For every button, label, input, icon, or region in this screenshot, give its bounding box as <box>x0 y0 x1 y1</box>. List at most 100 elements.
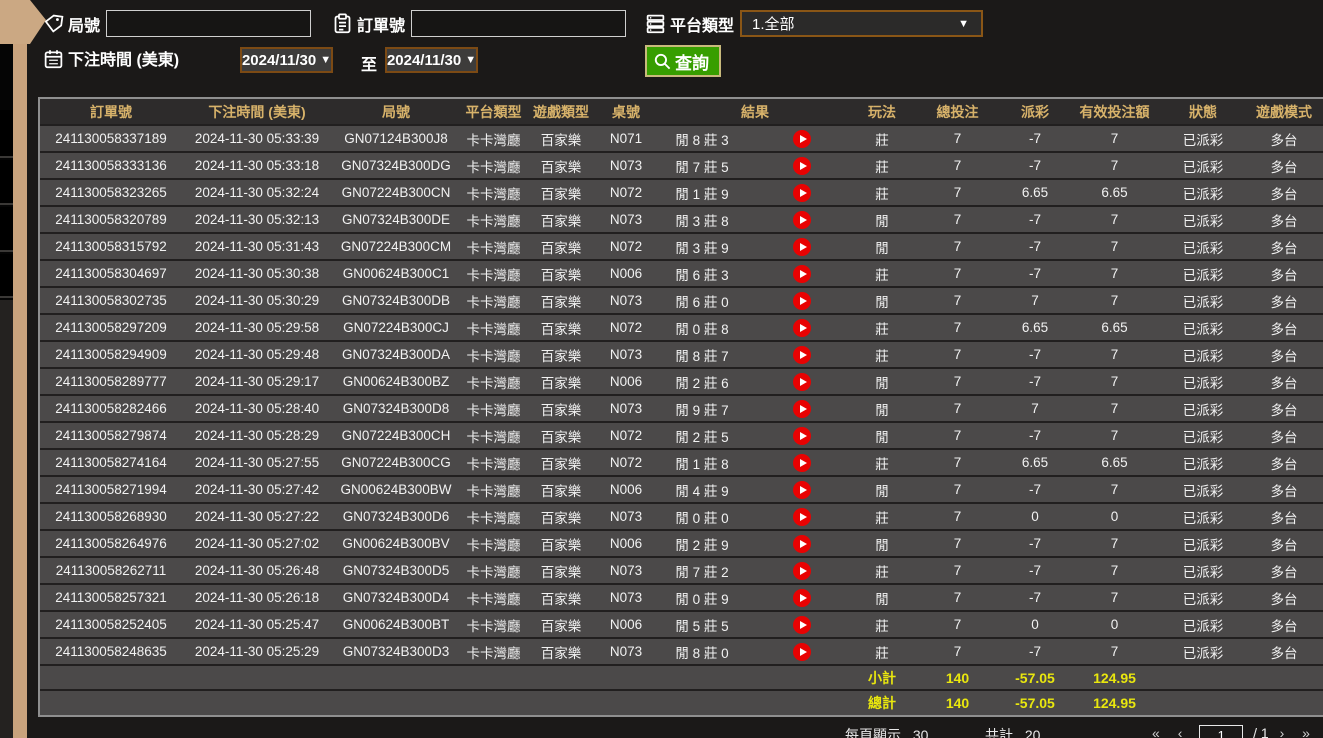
payout-cell: 6.65 <box>1004 314 1066 341</box>
game-cell: GN07324B300DG <box>332 152 460 179</box>
status-cell: 已派彩 <box>1163 179 1243 206</box>
result-cell: 閒 4 莊 9 <box>657 476 853 503</box>
play-cell: 莊 <box>853 449 911 476</box>
platform-select[interactable]: 1.全部 ▼ <box>740 10 983 37</box>
game-cell: GN07224B300CN <box>332 179 460 206</box>
result-cell: 閒 7 莊 5 <box>657 152 853 179</box>
order-cell: 241130058252405 <box>40 611 182 638</box>
status-cell: 已派彩 <box>1163 368 1243 395</box>
result-cell: 閒 2 莊 9 <box>657 530 853 557</box>
rail-tile <box>0 160 14 205</box>
replay-play-icon[interactable] <box>793 184 811 202</box>
replay-play-icon[interactable] <box>793 481 811 499</box>
replay-play-icon[interactable] <box>793 427 811 445</box>
replay-play-icon[interactable] <box>793 238 811 256</box>
replay-play-icon[interactable] <box>793 535 811 553</box>
date-range-to-label: 至 <box>361 51 377 75</box>
replay-play-icon[interactable] <box>793 346 811 364</box>
column-header: 局號 <box>332 99 460 125</box>
search-button[interactable]: 查詢 <box>645 45 721 77</box>
date-from-select[interactable]: 2024/11/30 ▼ <box>240 47 333 73</box>
platform-cell: 卡卡灣廳 <box>460 611 527 638</box>
replay-play-icon[interactable] <box>793 292 811 310</box>
bet-cell: 7 <box>911 260 1004 287</box>
table-header: 訂單號下注時間 (美東)局號平台類型遊戲類型桌號結果玩法總投注派彩有效投注額狀態… <box>40 99 1323 125</box>
date-to-select[interactable]: 2024/11/30 ▼ <box>385 47 478 73</box>
page-number-input[interactable]: 1 <box>1199 725 1243 738</box>
payout-cell: 6.65 <box>1004 449 1066 476</box>
next-page-button[interactable]: › <box>1280 725 1285 738</box>
table-row: 2411300583232652024-11-30 05:32:24GN0722… <box>40 179 1323 206</box>
game-no-input[interactable] <box>106 10 311 37</box>
result-cell: 閒 6 莊 0 <box>657 287 853 314</box>
mode-cell: 多台 <box>1243 314 1323 341</box>
game-cell: GN07324B300D4 <box>332 584 460 611</box>
table-row: 2411300582798742024-11-30 05:28:29GN0722… <box>40 422 1323 449</box>
platform-cell: 卡卡灣廳 <box>460 368 527 395</box>
game-cell: GN07124B300J8 <box>332 125 460 152</box>
replay-play-icon[interactable] <box>793 157 811 175</box>
game-cell: GN07224B300CG <box>332 449 460 476</box>
replay-play-icon[interactable] <box>793 373 811 391</box>
replay-play-icon[interactable] <box>793 400 811 418</box>
replay-play-icon[interactable] <box>793 211 811 229</box>
platform-cell: 卡卡灣廳 <box>460 152 527 179</box>
replay-play-icon[interactable] <box>793 643 811 661</box>
bet-cell: 7 <box>911 449 1004 476</box>
valid-cell: 7 <box>1066 530 1163 557</box>
result-text: 閒 9 莊 7 <box>657 399 747 419</box>
mode-cell: 多台 <box>1243 449 1323 476</box>
bet-cell: 7 <box>911 206 1004 233</box>
payout-cell: -7 <box>1004 206 1066 233</box>
per-page-label: 每頁顯示 <box>845 727 901 738</box>
game-cell: GN07324B300D8 <box>332 395 460 422</box>
play-cell: 莊 <box>853 341 911 368</box>
status-cell: 已派彩 <box>1163 341 1243 368</box>
replay-play-icon[interactable] <box>793 616 811 634</box>
subtotal-valid: 124.95 <box>1066 665 1163 690</box>
play-cell: 閒 <box>853 530 911 557</box>
mode-cell: 多台 <box>1243 557 1323 584</box>
order-no-input[interactable] <box>411 10 626 37</box>
valid-cell: 7 <box>1066 287 1163 314</box>
platform-label: 平台類型 <box>670 12 734 36</box>
result-text: 閒 3 莊 9 <box>657 237 747 257</box>
per-page-text: 每頁顯示 30 <box>845 725 928 738</box>
per-page-value: 30 <box>913 727 929 738</box>
order-cell: 241130058289777 <box>40 368 182 395</box>
replay-play-icon[interactable] <box>793 454 811 472</box>
table-row: 2411300582719942024-11-30 05:27:42GN0062… <box>40 476 1323 503</box>
total-label: 總計 <box>853 690 911 715</box>
payout-cell: 6.65 <box>1004 179 1066 206</box>
result-text: 閒 8 莊 0 <box>657 642 747 662</box>
valid-cell: 7 <box>1066 206 1163 233</box>
platform-select-value: 1.全部 <box>752 13 795 34</box>
order-cell: 241130058279874 <box>40 422 182 449</box>
chevron-down-icon: ▼ <box>320 54 331 66</box>
result-cell: 閒 3 莊 8 <box>657 206 853 233</box>
result-text: 閒 7 莊 2 <box>657 561 747 581</box>
first-page-button[interactable]: « <box>1152 725 1160 738</box>
table-row: 2411300583027352024-11-30 05:30:29GN0732… <box>40 287 1323 314</box>
platform-cell: 卡卡灣廳 <box>460 449 527 476</box>
status-cell: 已派彩 <box>1163 314 1243 341</box>
order-cell: 241130058262711 <box>40 557 182 584</box>
last-page-button[interactable]: » <box>1302 725 1310 738</box>
replay-play-icon[interactable] <box>793 265 811 283</box>
replay-play-icon[interactable] <box>793 319 811 337</box>
order-cell: 241130058333136 <box>40 152 182 179</box>
replay-play-icon[interactable] <box>793 130 811 148</box>
game_type-cell: 百家樂 <box>527 638 595 665</box>
result-text: 閒 3 莊 8 <box>657 210 747 230</box>
subtotal-label: 小計 <box>853 665 911 690</box>
prev-page-button[interactable]: ‹ <box>1178 725 1183 738</box>
replay-play-icon[interactable] <box>793 562 811 580</box>
result-text: 閒 6 莊 0 <box>657 291 747 311</box>
valid-cell: 7 <box>1066 584 1163 611</box>
status-cell: 已派彩 <box>1163 125 1243 152</box>
table-cell: N072 <box>595 422 657 449</box>
result-text: 閒 7 莊 5 <box>657 156 747 176</box>
replay-play-icon[interactable] <box>793 589 811 607</box>
column-header: 派彩 <box>1004 99 1066 125</box>
replay-play-icon[interactable] <box>793 508 811 526</box>
